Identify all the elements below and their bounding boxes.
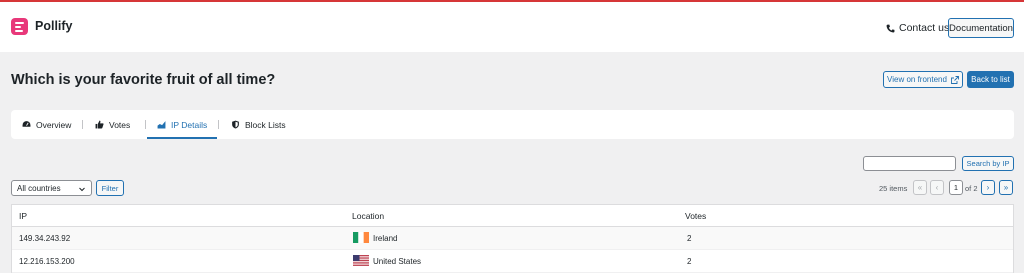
contact-us-label: Contact us <box>899 22 950 34</box>
tab-bar: Overview Votes IP Details Block Lists <box>11 110 1014 139</box>
thumbs-up-icon <box>95 120 104 129</box>
votes-cell: 2 <box>687 257 692 266</box>
tab-votes[interactable]: Votes <box>95 110 130 139</box>
contact-us-link[interactable]: Contact us <box>886 22 949 34</box>
tab-divider <box>82 120 83 129</box>
ip-cell: 12.216.153.200 <box>19 257 75 266</box>
current-page-input[interactable]: 1 <box>949 180 963 195</box>
chevron-down-icon <box>79 187 85 192</box>
tab-divider <box>145 120 146 129</box>
shield-icon <box>232 120 239 129</box>
brand-name[interactable]: Pollify <box>35 19 73 33</box>
dashboard-icon <box>22 121 31 127</box>
country-select-value: All countries <box>17 183 61 193</box>
phone-icon <box>886 24 895 32</box>
tab-block-lists[interactable]: Block Lists <box>231 110 286 139</box>
column-location[interactable]: Location <box>352 211 384 221</box>
ip-search-input[interactable] <box>863 156 956 171</box>
table-header: IP Location Votes <box>12 205 1013 227</box>
column-ip[interactable]: IP <box>19 211 27 221</box>
ip-cell: 149.34.243.92 <box>19 234 71 243</box>
tab-overview[interactable]: Overview <box>22 110 71 139</box>
next-page-button[interactable]: › <box>981 180 995 195</box>
tab-block-lists-label: Block Lists <box>245 119 286 130</box>
first-page-button[interactable]: « <box>913 180 927 195</box>
location-cell: Ireland <box>373 234 398 243</box>
tab-divider <box>218 120 219 129</box>
documentation-button[interactable]: Documentation <box>948 18 1014 38</box>
tab-ip-details-label: IP Details <box>171 119 208 130</box>
top-header: Pollify Contact us Documentation <box>0 2 1024 52</box>
filter-button[interactable]: Filter <box>96 180 124 196</box>
column-votes[interactable]: Votes <box>685 211 706 221</box>
votes-cell: 2 <box>687 234 692 243</box>
tab-ip-details[interactable]: IP Details <box>147 110 218 139</box>
page-title: Which is your favorite fruit of all time… <box>11 72 276 88</box>
pollify-logo-icon[interactable] <box>11 18 28 35</box>
external-link-icon <box>951 75 959 84</box>
last-page-button[interactable]: » <box>999 180 1013 195</box>
items-count: 25 items <box>879 184 908 193</box>
us-flag-icon <box>353 255 369 266</box>
table-row: 12.216.153.200 United States 2 <box>12 250 1013 273</box>
chart-icon <box>157 121 166 129</box>
ireland-flag-icon <box>353 232 369 243</box>
tab-overview-label: Overview <box>36 119 72 130</box>
location-cell: United States <box>373 257 422 266</box>
country-select[interactable]: All countries <box>11 180 92 196</box>
table-row: 149.34.243.92 Ireland 2 <box>12 227 1013 250</box>
ip-details-table: IP Location Votes 149.34.243.92 Ireland … <box>11 204 1014 273</box>
view-on-frontend-button[interactable]: View on frontend <box>883 71 963 88</box>
tab-votes-label: Votes <box>109 119 131 130</box>
view-on-frontend-label: View on frontend <box>887 75 947 84</box>
search-by-ip-button[interactable]: Search by IP <box>962 156 1014 171</box>
prev-page-button[interactable]: ‹ <box>930 180 944 195</box>
page-total: of 2 <box>965 184 978 193</box>
back-to-list-button[interactable]: Back to list <box>967 71 1014 88</box>
